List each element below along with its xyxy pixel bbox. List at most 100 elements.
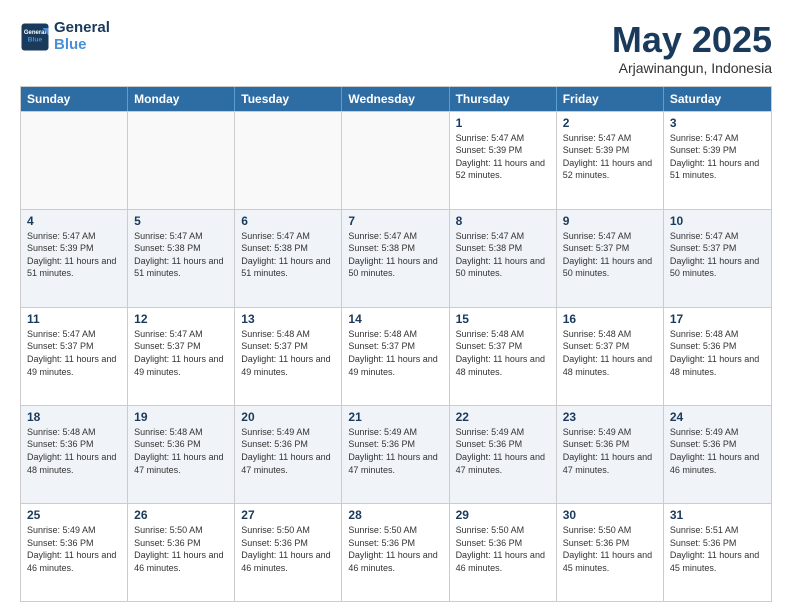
cal-row-3: 18 Sunrise: 5:48 AM Sunset: 5:36 PM Dayli… (21, 405, 771, 503)
day-number: 10 (670, 214, 765, 228)
cal-cell-3-5: 23Sunrise: 5:49 AM Sunset: 5:36 PM Dayli… (557, 406, 664, 503)
cell-details: Sunrise: 5:47 AM Sunset: 5:39 PM Dayligh… (27, 230, 121, 280)
day-number: 3 (670, 116, 765, 130)
cell-details: Sunrise: 5:48 AM Sunset: 5:36 PM Dayligh… (134, 426, 228, 476)
cell-details: Sunrise: 5:49 AM Sunset: 5:36 PM Dayligh… (27, 524, 121, 574)
day-number: 1 (456, 116, 550, 130)
logo-icon: General Blue (20, 22, 50, 52)
day-number: 12 (134, 312, 228, 326)
cal-cell-2-5: 16 Sunrise: 5:48 AM Sunset: 5:37 PM Dayli… (557, 308, 664, 405)
logo-text: General Blue (54, 20, 110, 53)
cal-cell-1-2: 6Sunrise: 5:47 AM Sunset: 5:38 PM Daylig… (235, 210, 342, 307)
day-number: 28 (348, 508, 442, 522)
day-number: 26 (134, 508, 228, 522)
cal-cell-1-3: 7 Sunrise: 5:47 AM Sunset: 5:38 PM Daylig… (342, 210, 449, 307)
header-thursday: Thursday (450, 87, 557, 111)
day-number: 18 (27, 410, 121, 424)
day-number: 14 (348, 312, 442, 326)
cell-details: Sunrise: 5:50 AM Sunset: 5:36 PM Dayligh… (134, 524, 228, 574)
header-sunday: Sunday (21, 87, 128, 111)
cal-cell-2-1: 12 Sunrise: 5:47 AM Sunset: 5:37 PM Dayli… (128, 308, 235, 405)
cell-details: Sunrise: 5:47 AM Sunset: 5:37 PM Dayligh… (27, 328, 121, 378)
cal-cell-4-6: 31Sunrise: 5:51 AM Sunset: 5:36 PM Dayli… (664, 504, 771, 601)
day-number: 7 (348, 214, 442, 228)
cell-details: Sunrise: 5:49 AM Sunset: 5:36 PM Dayligh… (456, 426, 550, 476)
logo: General Blue General Blue (20, 20, 110, 53)
cell-details: Sunrise: 5:47 AM Sunset: 5:38 PM Dayligh… (348, 230, 442, 280)
cell-details: Sunrise: 5:49 AM Sunset: 5:36 PM Dayligh… (563, 426, 657, 476)
location: Arjawinangun, Indonesia (612, 60, 772, 76)
day-number: 31 (670, 508, 765, 522)
day-number: 30 (563, 508, 657, 522)
cell-details: Sunrise: 5:47 AM Sunset: 5:37 PM Dayligh… (134, 328, 228, 378)
cell-details: Sunrise: 5:47 AM Sunset: 5:39 PM Dayligh… (670, 132, 765, 182)
day-number: 9 (563, 214, 657, 228)
cell-details: Sunrise: 5:49 AM Sunset: 5:36 PM Dayligh… (348, 426, 442, 476)
cal-cell-4-3: 28Sunrise: 5:50 AM Sunset: 5:36 PM Dayli… (342, 504, 449, 601)
cell-details: Sunrise: 5:47 AM Sunset: 5:37 PM Dayligh… (563, 230, 657, 280)
cell-details: Sunrise: 5:48 AM Sunset: 5:37 PM Dayligh… (563, 328, 657, 378)
cell-details: Sunrise: 5:48 AM Sunset: 5:37 PM Dayligh… (456, 328, 550, 378)
day-number: 2 (563, 116, 657, 130)
cal-cell-2-2: 13 Sunrise: 5:48 AM Sunset: 5:37 PM Dayli… (235, 308, 342, 405)
cal-cell-4-4: 29 Sunrise: 5:50 AM Sunset: 5:36 PM Dayli… (450, 504, 557, 601)
day-number: 8 (456, 214, 550, 228)
cal-cell-1-0: 4 Sunrise: 5:47 AM Sunset: 5:39 PM Daylig… (21, 210, 128, 307)
header-saturday: Saturday (664, 87, 771, 111)
cell-details: Sunrise: 5:49 AM Sunset: 5:36 PM Dayligh… (241, 426, 335, 476)
cal-cell-3-2: 20 Sunrise: 5:49 AM Sunset: 5:36 PM Dayli… (235, 406, 342, 503)
cal-row-0: 1 Sunrise: 5:47 AM Sunset: 5:39 PM Daylig… (21, 111, 771, 209)
cell-details: Sunrise: 5:47 AM Sunset: 5:38 PM Dayligh… (241, 230, 335, 280)
cal-cell-3-0: 18Sunrise: 5:48 AM Sunset: 5:36 PM Dayli… (21, 406, 128, 503)
svg-text:Blue: Blue (28, 36, 43, 43)
cal-cell-2-3: 14 Sunrise: 5:48 AM Sunset: 5:37 PM Dayli… (342, 308, 449, 405)
day-number: 11 (27, 312, 121, 326)
cell-details: Sunrise: 5:48 AM Sunset: 5:37 PM Dayligh… (348, 328, 442, 378)
title-block: May 2025 Arjawinangun, Indonesia (612, 20, 772, 76)
day-number: 15 (456, 312, 550, 326)
cal-cell-0-6: 3 Sunrise: 5:47 AM Sunset: 5:39 PM Daylig… (664, 112, 771, 209)
header-tuesday: Tuesday (235, 87, 342, 111)
day-number: 16 (563, 312, 657, 326)
cal-cell-3-3: 21Sunrise: 5:49 AM Sunset: 5:36 PM Dayli… (342, 406, 449, 503)
cell-details: Sunrise: 5:48 AM Sunset: 5:36 PM Dayligh… (670, 328, 765, 378)
cell-details: Sunrise: 5:47 AM Sunset: 5:39 PM Dayligh… (456, 132, 550, 182)
cal-cell-0-2 (235, 112, 342, 209)
month-title: May 2025 (612, 20, 772, 60)
day-number: 4 (27, 214, 121, 228)
cal-cell-1-1: 5 Sunrise: 5:47 AM Sunset: 5:38 PM Daylig… (128, 210, 235, 307)
header-wednesday: Wednesday (342, 87, 449, 111)
cal-cell-4-0: 25Sunrise: 5:49 AM Sunset: 5:36 PM Dayli… (21, 504, 128, 601)
cell-details: Sunrise: 5:47 AM Sunset: 5:39 PM Dayligh… (563, 132, 657, 182)
cal-cell-1-6: 10Sunrise: 5:47 AM Sunset: 5:37 PM Dayli… (664, 210, 771, 307)
day-number: 27 (241, 508, 335, 522)
cell-details: Sunrise: 5:47 AM Sunset: 5:38 PM Dayligh… (134, 230, 228, 280)
cal-cell-3-4: 22 Sunrise: 5:49 AM Sunset: 5:36 PM Dayli… (450, 406, 557, 503)
cal-cell-0-3 (342, 112, 449, 209)
day-number: 24 (670, 410, 765, 424)
cell-details: Sunrise: 5:48 AM Sunset: 5:37 PM Dayligh… (241, 328, 335, 378)
cal-cell-1-5: 9 Sunrise: 5:47 AM Sunset: 5:37 PM Daylig… (557, 210, 664, 307)
cell-details: Sunrise: 5:50 AM Sunset: 5:36 PM Dayligh… (456, 524, 550, 574)
cal-row-4: 25Sunrise: 5:49 AM Sunset: 5:36 PM Dayli… (21, 503, 771, 601)
cal-cell-2-6: 17 Sunrise: 5:48 AM Sunset: 5:36 PM Dayli… (664, 308, 771, 405)
cal-cell-0-0 (21, 112, 128, 209)
cell-details: Sunrise: 5:49 AM Sunset: 5:36 PM Dayligh… (670, 426, 765, 476)
cell-details: Sunrise: 5:50 AM Sunset: 5:36 PM Dayligh… (563, 524, 657, 574)
cal-cell-3-1: 19Sunrise: 5:48 AM Sunset: 5:36 PM Dayli… (128, 406, 235, 503)
cell-details: Sunrise: 5:50 AM Sunset: 5:36 PM Dayligh… (241, 524, 335, 574)
cal-cell-2-4: 15 Sunrise: 5:48 AM Sunset: 5:37 PM Dayli… (450, 308, 557, 405)
calendar: Sunday Monday Tuesday Wednesday Thursday… (20, 86, 772, 602)
day-number: 13 (241, 312, 335, 326)
calendar-header: Sunday Monday Tuesday Wednesday Thursday… (21, 87, 771, 111)
header-monday: Monday (128, 87, 235, 111)
calendar-body: 1 Sunrise: 5:47 AM Sunset: 5:39 PM Daylig… (21, 111, 771, 601)
cal-row-2: 11 Sunrise: 5:47 AM Sunset: 5:37 PM Dayli… (21, 307, 771, 405)
day-number: 20 (241, 410, 335, 424)
day-number: 17 (670, 312, 765, 326)
cell-details: Sunrise: 5:47 AM Sunset: 5:38 PM Dayligh… (456, 230, 550, 280)
day-number: 22 (456, 410, 550, 424)
day-number: 29 (456, 508, 550, 522)
cal-cell-4-1: 26 Sunrise: 5:50 AM Sunset: 5:36 PM Dayli… (128, 504, 235, 601)
day-number: 5 (134, 214, 228, 228)
